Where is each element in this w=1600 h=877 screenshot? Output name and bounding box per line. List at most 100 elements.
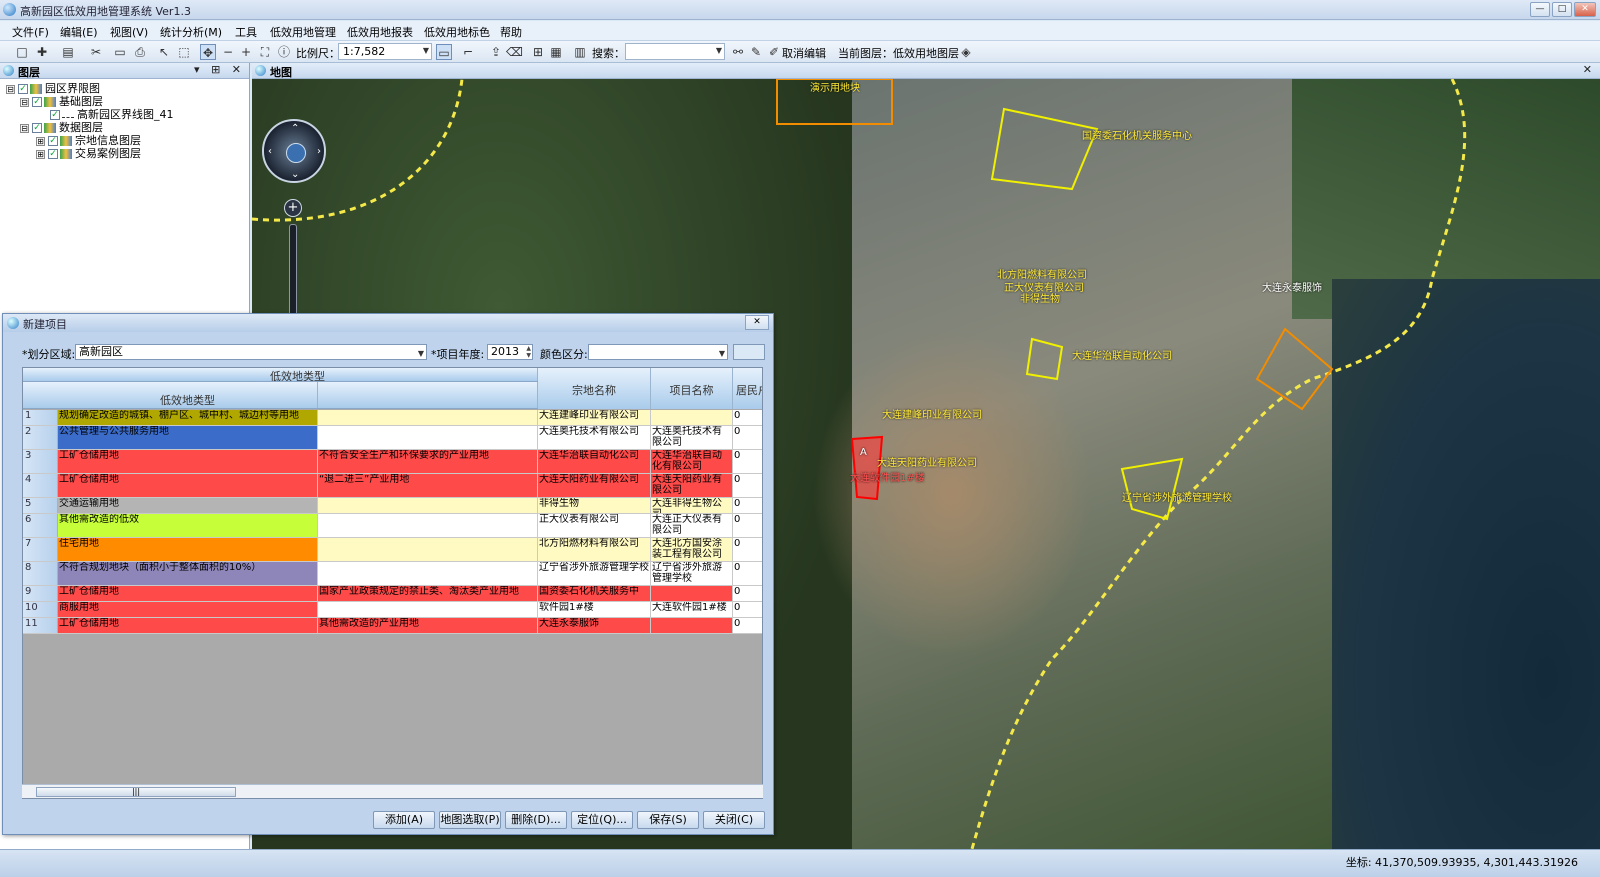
cell-sub[interactable] — [318, 562, 538, 585]
layer-settings-icon[interactable]: ◈ — [958, 44, 974, 60]
cell-parcel[interactable]: 北方阳燃材料有限公司 — [538, 538, 651, 561]
cell-parcel[interactable]: 非得生物 — [538, 498, 651, 513]
delete-button[interactable]: 删除(D)... — [505, 811, 567, 829]
marker-a[interactable]: A — [860, 447, 867, 458]
cell-sub[interactable] — [318, 410, 538, 425]
table-row[interactable]: 5交通运输用地 非得生物大连非得生物公司0 — [23, 498, 762, 514]
cell-parcel[interactable]: 软件园1#楼 — [538, 602, 651, 617]
identify-icon[interactable]: ⓘ — [276, 44, 292, 60]
menu-lowuse-management[interactable]: 低效用地管理 — [270, 24, 336, 40]
export-icon[interactable]: ⇪ — [488, 44, 504, 60]
cell-res[interactable]: 0 — [733, 498, 762, 513]
cell-res[interactable]: 0 — [733, 410, 762, 425]
cell-parcel[interactable]: 辽宁省涉外旅游管理学校 — [538, 562, 651, 585]
cell-parcel[interactable]: 正大仪表有限公司 — [538, 514, 651, 537]
table-row[interactable]: 11 工矿仓储用地 其他需改造的产业用地 大连永泰服饰 0 — [23, 618, 762, 634]
cell-project[interactable]: 大连北方国安涂装工程有限公司 — [651, 538, 733, 561]
cell-type[interactable]: 工矿仓储用地 — [58, 450, 318, 473]
save-button[interactable]: 保存(S) — [637, 811, 699, 829]
cell-sub[interactable]: 其他需改造的产业用地 — [318, 618, 538, 633]
cell-res[interactable]: 0 — [733, 562, 762, 585]
table-row[interactable]: 9 工矿仓储用地 国家产业政策规定的禁止类、淘汰类产业用地 国资委石化机关服务中 0 — [23, 586, 762, 602]
map-close-icon[interactable]: ✕ — [1583, 63, 1596, 76]
cell-res[interactable]: 0 — [733, 450, 762, 473]
cell-project[interactable]: 大连华治联自动化有限公司 — [651, 450, 733, 473]
close-button[interactable]: 关闭(C) — [703, 811, 765, 829]
cell-type[interactable]: 工矿仓储用地 — [58, 618, 318, 633]
menu-file[interactable]: 文件(F) — [12, 24, 49, 40]
cell-res[interactable]: 0 — [733, 618, 762, 633]
clear-icon[interactable]: ⌫ — [506, 44, 523, 60]
add-button[interactable]: 添加(A) — [373, 811, 435, 829]
cell-res[interactable]: 0 — [733, 538, 762, 561]
tree-node-transactions[interactable]: ⊞ ✓ 交易案例图层 — [36, 145, 141, 161]
table-row[interactable]: 4 工矿仓储用地 “退二进三”产业用地 大连天阳药业有限公司 大连天阳药业有限公司 0 — [23, 474, 762, 498]
collapse-icon[interactable]: ⊟ — [20, 97, 29, 107]
color-tiles-icon[interactable]: ▦ — [548, 44, 564, 60]
region-select[interactable]: 高新园区 ▼ — [75, 344, 427, 360]
cell-sub[interactable]: 不符合安全生产和环保要求的产业用地 — [318, 450, 538, 473]
minimize-button[interactable]: — — [1530, 2, 1550, 17]
cell-parcel[interactable]: 国资委石化机关服务中 — [538, 586, 651, 601]
cell-parcel[interactable]: 大连奥托技术有限公司 — [538, 426, 651, 449]
cell-res[interactable]: 0 — [733, 586, 762, 601]
maximize-button[interactable]: □ — [1552, 2, 1572, 17]
cell-res[interactable]: 0 — [733, 514, 762, 537]
horizontal-scrollbar[interactable]: ||| — [22, 784, 763, 798]
open-folder-icon[interactable]: ▭ — [112, 44, 128, 60]
table-row[interactable]: 8 不符合规划地块（面积小于整体面积的10%） 辽宁省涉外旅游管理学校 辽宁省涉外旅游… — [23, 562, 762, 586]
zoom-out-icon[interactable]: − — [220, 44, 236, 60]
menu-edit[interactable]: 编辑(E) — [60, 24, 98, 40]
col-header-type[interactable]: 低效地类型 — [58, 382, 318, 408]
cell-project[interactable]: 辽宁省涉外旅游管理学校 — [651, 562, 733, 585]
pan-right-icon[interactable]: › — [317, 146, 321, 157]
search-input[interactable]: ▼ — [625, 43, 725, 60]
menu-statistics[interactable]: 统计分析(M) — [160, 24, 222, 40]
menu-help[interactable]: 帮助 — [500, 24, 522, 40]
color-swatch[interactable] — [733, 344, 765, 360]
select-box-icon[interactable]: ⬚ — [176, 44, 192, 60]
layers-icon[interactable]: ▤ — [60, 44, 76, 60]
color-select[interactable]: ▼ — [588, 344, 728, 360]
print-icon[interactable]: ⎙ — [132, 44, 148, 60]
cell-project[interactable]: 大连软件园1#楼 — [651, 602, 733, 617]
cell-type[interactable]: 商服用地 — [58, 602, 318, 617]
pan-down-icon[interactable]: ⌄ — [291, 169, 299, 180]
zoom-slider[interactable] — [289, 224, 297, 324]
measure-icon[interactable]: ⌐ — [460, 44, 476, 60]
collapse-icon[interactable]: ⊟ — [20, 123, 29, 133]
cell-project[interactable]: 大连正大仪表有限公司 — [651, 514, 733, 537]
col-header-project[interactable]: 项目名称 — [651, 368, 733, 409]
cell-type[interactable]: 工矿仓储用地 — [58, 474, 318, 497]
add-data-icon[interactable]: ✚ — [34, 44, 50, 60]
select-arrow-icon[interactable]: ↖ — [156, 44, 172, 60]
cell-sub[interactable] — [318, 426, 538, 449]
globe-icon[interactable] — [286, 143, 306, 163]
cell-project[interactable] — [651, 618, 733, 633]
cell-type[interactable]: 规划确定改造的城镇、棚户区、城中村、城边村等用地 — [58, 410, 318, 425]
table-row[interactable]: 2 公共管理与公共服务用地 大连奥托技术有限公司 大连奥托技术有限公司 0 — [23, 426, 762, 450]
year-stepper[interactable]: 2013 ▲ ▼ — [487, 344, 533, 360]
cell-res[interactable]: 0 — [733, 474, 762, 497]
locate-button[interactable]: 定位(Q)... — [571, 811, 633, 829]
pan-up-icon[interactable]: ⌃ — [291, 123, 299, 134]
cell-parcel[interactable]: 大连建峰印业有限公司 — [538, 410, 651, 425]
cell-res[interactable]: 0 — [733, 602, 762, 617]
checkbox-icon[interactable]: ✓ — [32, 97, 42, 107]
pan-icon[interactable]: ✥ — [200, 44, 216, 60]
panel-controls[interactable]: ▾ ⊞ ✕ — [194, 63, 245, 76]
cancel-edit-button[interactable]: 取消编辑 — [782, 45, 826, 61]
cell-parcel[interactable]: 大连华治联自动化公司 — [538, 450, 651, 473]
expand-icon[interactable]: ⊞ — [36, 149, 45, 159]
close-window-button[interactable]: ✕ — [1574, 2, 1596, 17]
cell-type[interactable]: 不符合规划地块（面积小于整体面积的10%） — [58, 562, 318, 585]
col-header-subtype[interactable] — [318, 382, 538, 408]
full-extent-icon[interactable]: ⛶ — [257, 44, 273, 60]
menu-view[interactable]: 视图(V) — [110, 24, 148, 40]
cell-type[interactable]: 交通运输用地 — [58, 498, 318, 513]
binoculars-icon[interactable]: ⚯ — [730, 44, 746, 60]
menu-lowuse-color[interactable]: 低效用地标色 — [424, 24, 490, 40]
collapse-icon[interactable]: ⊟ — [6, 84, 15, 94]
cell-project[interactable]: 大连天阳药业有限公司 — [651, 474, 733, 497]
zoom-in-icon[interactable]: + — [238, 44, 254, 60]
